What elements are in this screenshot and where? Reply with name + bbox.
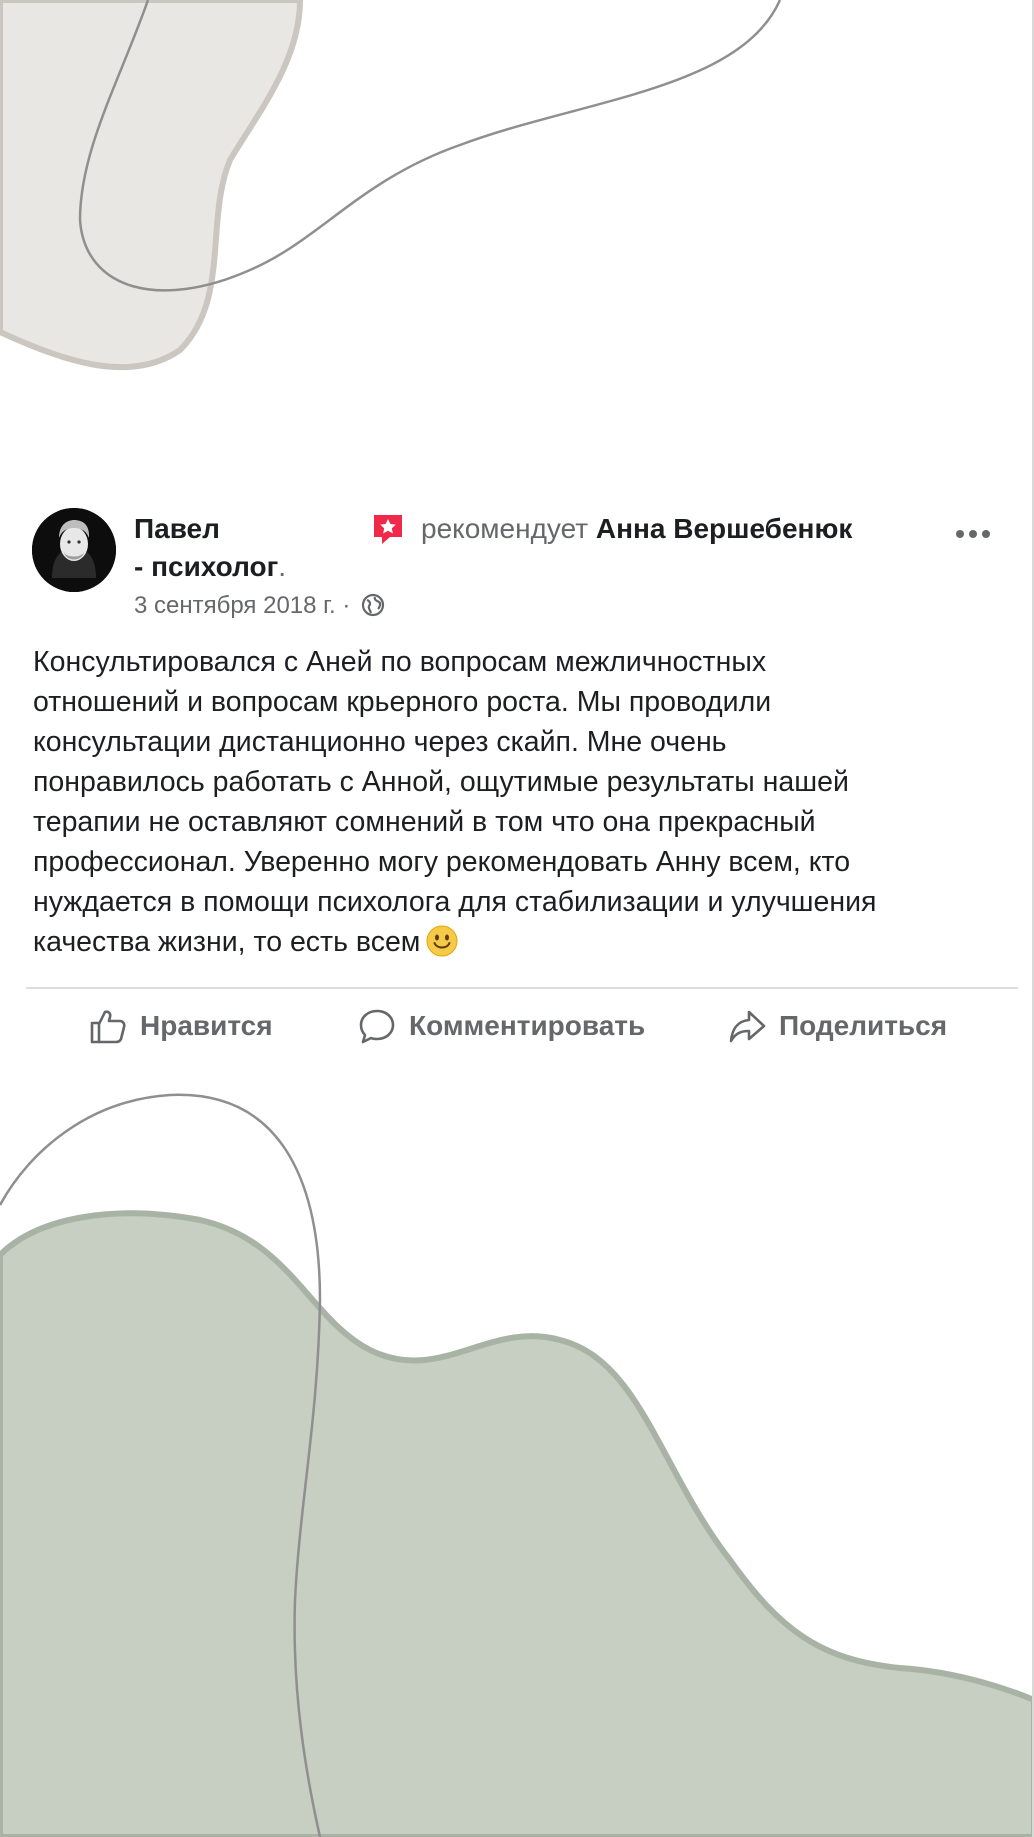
post-body: Консультировался с Аней по вопросам межл… bbox=[33, 642, 1013, 962]
author-name-line2: - психолог. bbox=[134, 548, 334, 586]
post-meta: 3 сентября 2018 г. · bbox=[134, 590, 385, 622]
globe-icon bbox=[361, 593, 385, 617]
smiling-face-emoji bbox=[426, 925, 458, 957]
avatar-portrait bbox=[32, 508, 116, 592]
recommendation-post: Павел - психолог. рекомендует Анна Верше… bbox=[0, 490, 1034, 1090]
comment-button[interactable]: Комментировать bbox=[357, 1000, 645, 1052]
bottom-blob bbox=[0, 1210, 1034, 1837]
post-body-line: качества жизни, то есть всем bbox=[33, 926, 421, 958]
post-body-line: профессионал. Уверенно могу рекомендоват… bbox=[33, 846, 851, 878]
post-body-last-line: качества жизни, то есть всем bbox=[33, 922, 1013, 962]
comment-label: Комментировать bbox=[409, 1010, 646, 1041]
share-button[interactable]: Поделиться bbox=[727, 1000, 947, 1052]
recommended-page-link[interactable]: Анна Вершебенюк bbox=[596, 513, 853, 544]
author-avatar[interactable] bbox=[32, 508, 116, 592]
review-page: Павел - психолог. рекомендует Анна Верше… bbox=[0, 0, 1034, 1837]
author-name-line1: Павел bbox=[134, 513, 220, 544]
post-body-line: понравилось работать с Анной, ощутимые р… bbox=[33, 766, 849, 798]
author-dot: . bbox=[278, 551, 287, 582]
post-body-line: терапии не оставляют сомнений в том что … bbox=[33, 806, 816, 838]
post-body-line: Консультировался с Аней по вопросам межл… bbox=[33, 646, 767, 678]
post-body-line: нуждается в помощи психолога для стабили… bbox=[33, 886, 877, 918]
author-title: - психолог bbox=[134, 551, 279, 582]
recommends-verb: рекомендует bbox=[421, 513, 589, 544]
top-blob bbox=[0, 0, 304, 371]
author-name[interactable]: Павел - психолог. bbox=[134, 510, 334, 586]
like-button[interactable]: Нравится bbox=[88, 1000, 273, 1052]
action-bar: Нравится Комментировать Поделиться bbox=[0, 1000, 1034, 1060]
recommend-star-icon bbox=[374, 515, 402, 544]
thumbs-up-icon bbox=[90, 1010, 126, 1044]
post-body-line: отношений и вопросам крьерного роста. Мы… bbox=[33, 686, 772, 718]
post-body-line: консультации дистанционно через скайп. М… bbox=[33, 726, 727, 758]
actions-divider bbox=[26, 987, 1018, 989]
post-date[interactable]: 3 сентября 2018 г. · bbox=[134, 592, 350, 619]
like-label: Нравится bbox=[140, 1010, 273, 1041]
share-arrow-icon bbox=[729, 1010, 766, 1043]
recommendation-line: рекомендует Анна Вершебенюк bbox=[421, 510, 852, 548]
comment-bubble-icon bbox=[359, 1009, 395, 1044]
more-options-icon[interactable] bbox=[955, 524, 991, 544]
share-label: Поделиться bbox=[779, 1010, 948, 1041]
